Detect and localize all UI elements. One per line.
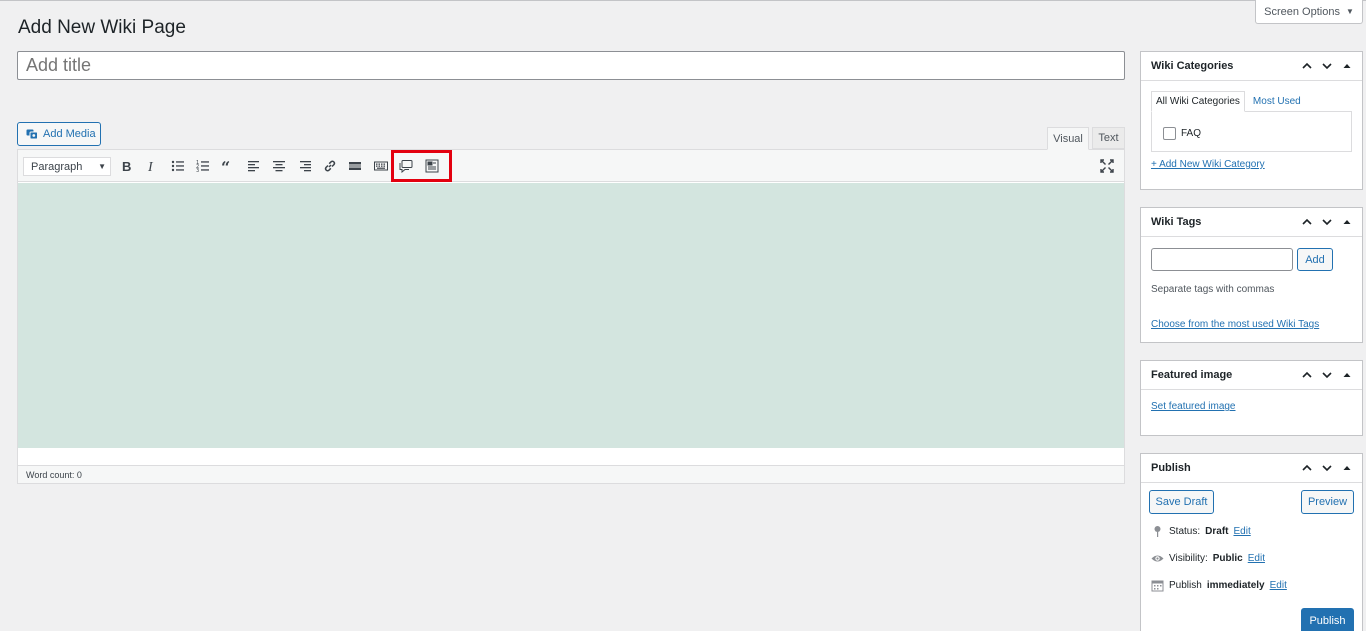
status-label: Status: (1169, 526, 1201, 537)
word-count: Word count: 0 (18, 465, 1124, 483)
chevron-down-icon[interactable] (1320, 461, 1334, 475)
edit-status-link[interactable]: Edit (1233, 526, 1250, 537)
tag-hint: Separate tags with commas (1151, 284, 1275, 295)
publish-time-value: immediately (1206, 580, 1265, 591)
add-tag-button[interactable]: Add (1297, 248, 1333, 271)
format-select-value: Paragraph (31, 160, 83, 173)
chevron-down-icon[interactable] (1320, 215, 1334, 229)
publish-header: Publish (1141, 454, 1362, 483)
publish-box: Publish Save Draft Preview Status: Draft… (1140, 453, 1363, 631)
collapse-toggle-icon[interactable] (1340, 368, 1354, 382)
eye-icon (1151, 555, 1164, 562)
collapse-toggle-icon[interactable] (1340, 461, 1354, 475)
toolbar-toggle-icon[interactable] (372, 157, 390, 175)
publish-time-row: Publish immediately Edit (1151, 579, 1287, 592)
add-media-button[interactable]: Add Media (17, 122, 101, 146)
calendar-icon (1151, 580, 1164, 592)
featured-image-header: Featured image (1141, 361, 1362, 390)
chevron-up-icon[interactable] (1300, 59, 1314, 73)
chevron-up-icon[interactable] (1300, 461, 1314, 475)
read-more-icon[interactable] (346, 157, 364, 175)
align-left-icon[interactable] (245, 157, 263, 175)
bullet-list-icon[interactable] (169, 157, 187, 175)
screen-options-button[interactable]: Screen Options ▼ (1255, 0, 1363, 24)
svg-text:“: “ (221, 159, 230, 173)
title-input[interactable] (17, 51, 1125, 80)
tab-all-categories[interactable]: All Wiki Categories (1151, 91, 1245, 112)
wiki-categories-title: Wiki Categories (1151, 60, 1234, 72)
chevron-down-icon[interactable] (1320, 59, 1334, 73)
category-tabs: All Wiki Categories Most Used (1151, 91, 1309, 112)
box-controls (1300, 368, 1354, 382)
link-icon[interactable] (321, 157, 339, 175)
save-draft-button[interactable]: Save Draft (1149, 490, 1214, 514)
wiki-categories-box: Wiki Categories All Wiki Categories Most… (1140, 51, 1363, 190)
tab-visual[interactable]: Visual (1047, 127, 1089, 150)
category-label: FAQ (1181, 128, 1202, 139)
publish-time-label: Publish (1169, 580, 1202, 591)
box-controls (1300, 215, 1354, 229)
blockquote-icon[interactable]: “ (219, 157, 237, 175)
numbered-list-icon[interactable]: 123 (194, 157, 212, 175)
edit-publish-time-link[interactable]: Edit (1270, 580, 1287, 591)
featured-image-title: Featured image (1151, 369, 1233, 381)
tag-input[interactable] (1151, 248, 1293, 271)
set-featured-image-link[interactable]: Set featured image (1151, 401, 1236, 412)
edit-visibility-link[interactable]: Edit (1248, 553, 1265, 564)
align-right-icon[interactable] (296, 157, 314, 175)
choose-tags-link[interactable]: Choose from the most used Wiki Tags (1151, 319, 1319, 330)
visibility-value: Public (1212, 553, 1243, 564)
chevron-up-icon[interactable] (1300, 368, 1314, 382)
add-media-label: Add Media (43, 128, 96, 140)
visibility-row: Visibility: Public Edit (1151, 552, 1265, 565)
editor-content-area[interactable] (18, 183, 1124, 448)
box-controls (1300, 461, 1354, 475)
align-center-icon[interactable] (270, 157, 288, 175)
format-select[interactable]: Paragraph ▼ (23, 157, 111, 176)
visibility-label: Visibility: (1169, 553, 1208, 564)
caret-down-icon: ▼ (98, 162, 106, 171)
editor-toolbar: Paragraph ▼ B I 123 “ (18, 150, 1124, 182)
wiki-tags-title: Wiki Tags (1151, 216, 1202, 228)
bold-icon[interactable]: B (118, 157, 136, 175)
italic-icon[interactable]: I (143, 157, 161, 175)
status-value: Draft (1205, 526, 1229, 537)
svg-text:I: I (147, 160, 154, 173)
media-icon (26, 129, 38, 140)
caret-down-icon: ▼ (1345, 7, 1354, 16)
highlight-box (391, 150, 452, 182)
collapse-toggle-icon[interactable] (1340, 215, 1354, 229)
svg-text:B: B (122, 159, 131, 173)
collapse-toggle-icon[interactable] (1340, 59, 1354, 73)
chevron-down-icon[interactable] (1320, 368, 1334, 382)
editor: Paragraph ▼ B I 123 “ Word count: 0 (17, 149, 1125, 484)
wiki-tags-box: Wiki Tags Add Separate tags with commas … (1140, 207, 1363, 343)
wiki-tags-header: Wiki Tags (1141, 208, 1362, 237)
category-list: FAQ (1151, 111, 1352, 152)
chevron-up-icon[interactable] (1300, 215, 1314, 229)
status-row: Status: Draft Edit (1151, 525, 1251, 538)
publish-button[interactable]: Publish (1301, 608, 1354, 631)
publish-title: Publish (1151, 462, 1191, 474)
category-checkbox[interactable] (1163, 127, 1176, 140)
box-controls (1300, 59, 1354, 73)
wiki-categories-header: Wiki Categories (1141, 52, 1362, 81)
tab-text[interactable]: Text (1092, 127, 1125, 149)
screen-options-label: Screen Options (1264, 5, 1340, 18)
pin-icon (1154, 526, 1161, 537)
fullscreen-icon[interactable] (1098, 157, 1116, 175)
top-border (0, 0, 1366, 1)
svg-text:3: 3 (196, 168, 199, 173)
add-category-link[interactable]: + Add New Wiki Category (1151, 159, 1265, 170)
tab-most-used[interactable]: Most Used (1245, 91, 1309, 112)
page-title: Add New Wiki Page (18, 17, 186, 38)
preview-button[interactable]: Preview (1301, 490, 1354, 514)
featured-image-box: Featured image Set featured image (1140, 360, 1363, 436)
